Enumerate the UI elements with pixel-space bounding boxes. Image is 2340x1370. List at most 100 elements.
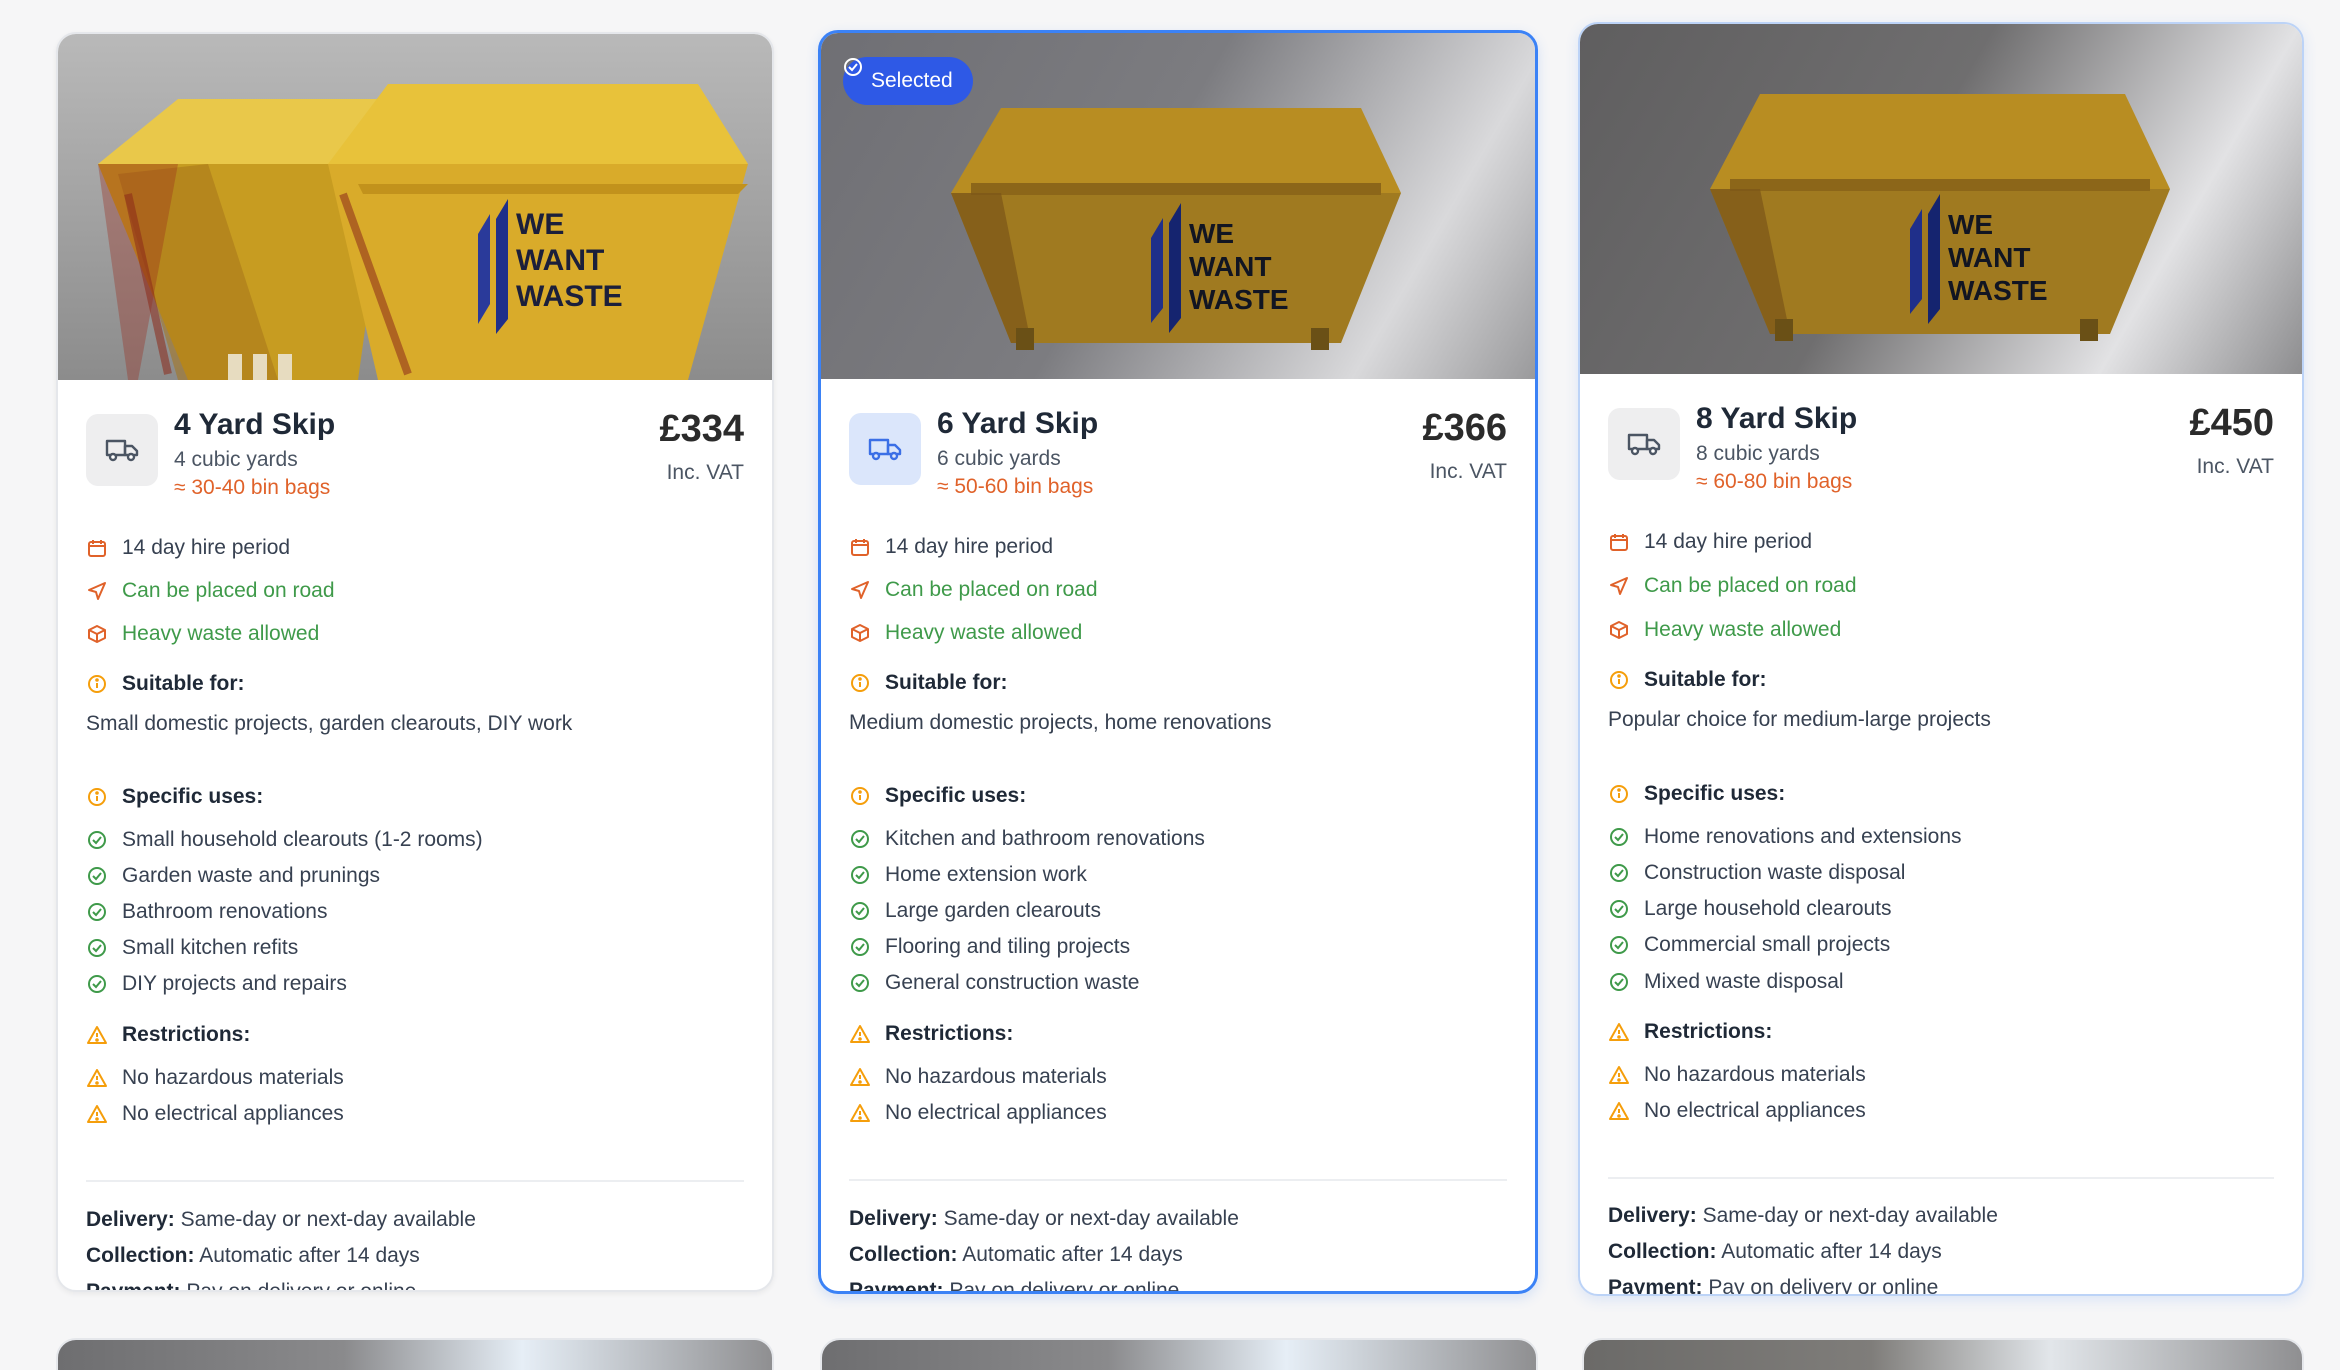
heavy-row: Heavy waste allowed <box>1608 618 2274 642</box>
check-circle-icon <box>1608 862 1630 884</box>
restrictions-label: Restrictions: <box>885 1022 1014 1045</box>
logo-want: WANT <box>1189 251 1271 282</box>
skip-card-4-yard[interactable]: WE WANT WASTE 4 Yard Skip 4 cubic yards … <box>56 32 774 1292</box>
road-text: Can be placed on road <box>1644 574 1857 597</box>
warning-triangle-icon <box>86 1103 108 1125</box>
use-text: Bathroom renovations <box>122 900 328 923</box>
list-item: Kitchen and bathroom renovations <box>849 827 1507 851</box>
price: £450 <box>2189 402 2274 444</box>
suitable-heading: Suitable for: <box>86 672 744 696</box>
heavy-text: Heavy waste allowed <box>1644 618 1842 641</box>
suitable-heading: Suitable for: <box>849 671 1507 695</box>
use-text: General construction waste <box>885 971 1140 994</box>
suitable-label: Suitable for: <box>122 672 245 695</box>
package-icon <box>849 622 871 644</box>
skip-image: WE WANT WASTE Selected <box>821 33 1535 379</box>
uses-heading: Specific uses: <box>1608 782 2274 806</box>
check-circle-icon <box>849 828 871 850</box>
next-card-peek[interactable] <box>1582 1338 2304 1370</box>
suitable-desc: Medium domestic projects, home renovatio… <box>849 711 1272 734</box>
restriction-text: No electrical appliances <box>885 1101 1107 1124</box>
list-item: Home renovations and extensions <box>1608 825 2274 849</box>
logo-we: WE <box>516 208 564 241</box>
road-text: Can be placed on road <box>122 579 335 602</box>
list-item: No hazardous materials <box>1608 1063 2274 1087</box>
hire-period: 14 day hire period <box>122 536 291 559</box>
check-circle-icon <box>86 829 108 851</box>
warning-triangle-icon <box>849 1066 871 1088</box>
check-circle-icon <box>849 936 871 958</box>
hire-period: 14 day hire period <box>885 535 1054 558</box>
use-text: Construction waste disposal <box>1644 861 1906 884</box>
uses-label: Specific uses: <box>1644 782 1786 805</box>
heavy-row: Heavy waste allowed <box>86 622 744 646</box>
use-text: Home extension work <box>885 863 1087 886</box>
logo-waste: WASTE <box>1189 284 1289 315</box>
check-circle-icon <box>1608 826 1630 848</box>
list-item: No hazardous materials <box>86 1066 744 1090</box>
delivery-info: Delivery: Same-day or next-day available <box>849 1207 1239 1230</box>
delivery-info: Delivery: Same-day or next-day available <box>1608 1204 1998 1227</box>
payment-info: Payment: Pay on delivery or online <box>849 1279 1180 1294</box>
check-circle-icon <box>849 900 871 922</box>
suitable-heading: Suitable for: <box>1608 668 2274 692</box>
next-card-peek[interactable] <box>56 1338 774 1370</box>
restriction-text: No hazardous materials <box>885 1065 1107 1088</box>
list-item: Construction waste disposal <box>1608 861 2274 885</box>
card-title: 8 Yard Skip <box>1696 402 1858 435</box>
use-text: Large household clearouts <box>1644 897 1892 920</box>
price: £366 <box>1422 407 1507 449</box>
warning-triangle-icon <box>1608 1021 1630 1043</box>
list-item: No electrical appliances <box>86 1102 744 1126</box>
info-icon <box>86 673 108 695</box>
list-item: Large garden clearouts <box>849 899 1507 923</box>
list-item: General construction waste <box>849 971 1507 995</box>
use-text: Kitchen and bathroom renovations <box>885 827 1205 850</box>
capacity: 8 cubic yards <box>1696 442 1820 465</box>
info-icon <box>849 785 871 807</box>
info-icon <box>1608 669 1630 691</box>
restrictions-heading: Restrictions: <box>1608 1020 2274 1044</box>
collection-info: Collection: Automatic after 14 days <box>86 1244 420 1267</box>
check-circle-icon <box>1608 934 1630 956</box>
payment-info: Payment: Pay on delivery or online <box>1608 1276 1939 1296</box>
list-item: Home extension work <box>849 863 1507 887</box>
info-icon <box>1608 783 1630 805</box>
next-card-peek[interactable] <box>820 1338 1538 1370</box>
hire-period: 14 day hire period <box>1644 530 1813 553</box>
truck-icon <box>86 414 158 486</box>
check-circle-icon <box>849 972 871 994</box>
logo-we: WE <box>1189 218 1234 249</box>
logo-waste: WASTE <box>1948 275 2048 306</box>
package-icon <box>86 623 108 645</box>
use-text: Small household clearouts (1-2 rooms) <box>122 828 483 851</box>
suitable-label: Suitable for: <box>885 671 1008 694</box>
navigation-icon <box>849 579 871 601</box>
warning-triangle-icon <box>1608 1100 1630 1122</box>
check-circle-icon <box>86 973 108 995</box>
suitable-desc: Popular choice for medium-large projects <box>1608 708 1991 731</box>
vat-label: Inc. VAT <box>2196 455 2274 478</box>
calendar-icon <box>1608 531 1630 553</box>
heavy-text: Heavy waste allowed <box>885 621 1083 644</box>
uses-label: Specific uses: <box>885 784 1027 807</box>
uses-heading: Specific uses: <box>849 784 1507 808</box>
package-icon <box>1608 619 1630 641</box>
hire-period-row: 14 day hire period <box>86 536 744 560</box>
use-text: Garden waste and prunings <box>122 864 380 887</box>
skip-card-8-yard[interactable]: WE WANT WASTE 8 Yard Skip 8 cubic yards … <box>1578 22 2304 1296</box>
list-item: Mixed waste disposal <box>1608 970 2274 994</box>
restriction-text: No electrical appliances <box>1644 1099 1866 1122</box>
restrictions-heading: Restrictions: <box>86 1023 744 1047</box>
road-row: Can be placed on road <box>849 578 1507 602</box>
heavy-row: Heavy waste allowed <box>849 621 1507 645</box>
road-row: Can be placed on road <box>1608 574 2274 598</box>
collection-info: Collection: Automatic after 14 days <box>1608 1240 1942 1263</box>
check-circle-icon <box>86 901 108 923</box>
list-item: Garden waste and prunings <box>86 864 744 888</box>
use-text: Large garden clearouts <box>885 899 1101 922</box>
list-item: DIY projects and repairs <box>86 972 744 996</box>
skip-card-6-yard[interactable]: WE WANT WASTE Selected 6 Yard Skip 6 cub… <box>818 30 1538 1294</box>
list-item: No electrical appliances <box>849 1101 1507 1125</box>
selected-badge: Selected <box>843 57 973 105</box>
